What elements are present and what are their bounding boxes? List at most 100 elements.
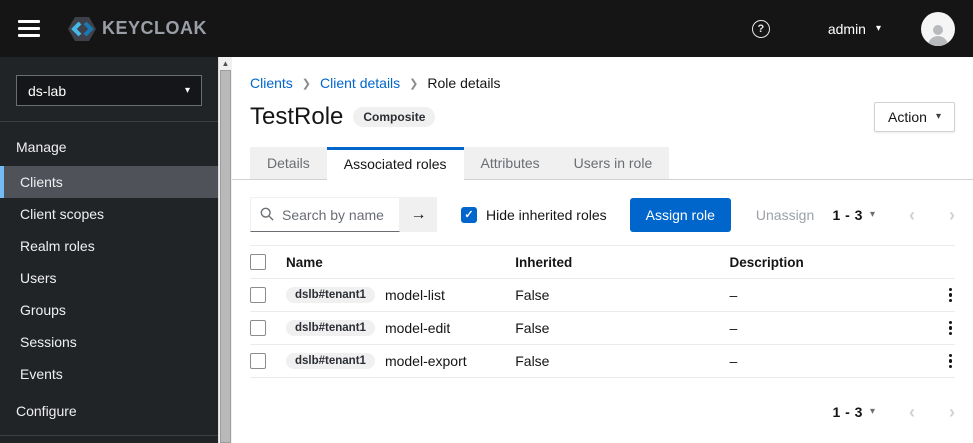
breadcrumb-current: Role details <box>427 75 501 91</box>
chevron-down-icon[interactable]: ▾ <box>870 209 875 220</box>
chevron-down-icon: ▾ <box>184 84 190 96</box>
unassign-button[interactable]: Unassign <box>756 207 814 223</box>
hide-inherited-checkbox[interactable]: ✓ <box>461 206 477 223</box>
brand-wordmark: KEYCLOAK <box>102 18 208 38</box>
breadcrumb: Clients ❯ Client details ❯ Role details <box>250 75 955 91</box>
chevron-down-icon: ▾ <box>935 111 941 122</box>
role-name: model-edit <box>384 320 451 336</box>
action-dropdown-button[interactable]: Action ▾ <box>874 102 955 132</box>
prev-page-icon[interactable]: ‹ <box>909 206 915 224</box>
tab-associated-roles[interactable]: Associated roles <box>326 147 464 185</box>
associated-roles-table: Name Inherited Description dslb#tenant1 … <box>250 245 955 378</box>
toolbar: → ✓ Hide inherited roles Assign role Una… <box>250 197 955 232</box>
column-header-name: Name <box>286 254 323 270</box>
user-silhouette-icon <box>928 24 948 46</box>
sidebar-item-sessions[interactable]: Sessions <box>0 326 218 358</box>
scroll-up-icon[interactable]: ▲ <box>219 57 232 70</box>
table-row: dslb#tenant1 model-export False – <box>250 345 955 378</box>
sidebar-item-groups[interactable]: Groups <box>0 294 218 326</box>
realm-selector[interactable]: ds-lab ▾ <box>16 75 202 106</box>
sidebar-item-label: Realm roles <box>20 238 95 254</box>
inherited-value: False <box>515 353 550 369</box>
tab-details[interactable]: Details <box>250 147 327 180</box>
sidebar-item-label: Client scopes <box>20 206 105 222</box>
client-badge: dslb#tenant1 <box>286 353 375 369</box>
role-name: model-list <box>384 287 445 303</box>
table-row: dslb#tenant1 model-edit False – <box>250 312 955 345</box>
column-header-inherited: Inherited <box>515 254 573 270</box>
masthead: KEYCLOAK ? admin ▾ <box>0 0 973 57</box>
next-page-icon[interactable]: › <box>949 206 955 224</box>
tab-label: Users in role <box>573 155 653 171</box>
search-submit-button[interactable]: → <box>400 197 437 232</box>
sidebar-item-events[interactable]: Events <box>0 358 218 390</box>
table-header-row: Name Inherited Description <box>250 246 955 279</box>
prev-page-icon[interactable]: ‹ <box>909 403 915 421</box>
top-pagination: 1 - 3 ▾ ‹ › <box>832 206 955 224</box>
bottom-pagination: 1 - 3 ▾ ‹ › <box>250 403 955 421</box>
scrollbar-thumb[interactable] <box>220 70 231 443</box>
hamburger-menu-icon[interactable] <box>18 20 42 37</box>
vertical-scrollbar[interactable]: ▲ <box>218 57 232 443</box>
breadcrumb-separator-icon: ❯ <box>409 77 419 90</box>
client-badge: dslb#tenant1 <box>286 287 375 303</box>
tabs: Details Associated roles Attributes User… <box>232 147 973 185</box>
hide-inherited-label: Hide inherited roles <box>486 206 607 223</box>
tab-attributes[interactable]: Attributes <box>463 147 557 180</box>
action-dropdown-label: Action <box>888 109 927 125</box>
hide-inherited-checkbox-group[interactable]: ✓ Hide inherited roles <box>461 206 607 223</box>
description-value: – <box>729 353 738 369</box>
kebab-menu-icon[interactable] <box>946 318 956 339</box>
sidebar-section-manage: Manage <box>16 139 67 155</box>
sidebar-item-label: Users <box>20 270 57 286</box>
description-value: – <box>729 287 738 303</box>
sidebar-item-clients[interactable]: Clients <box>0 166 218 198</box>
assign-role-button[interactable]: Assign role <box>629 197 731 232</box>
row-checkbox[interactable] <box>250 353 266 369</box>
sidebar-section-configure: Configure <box>16 403 77 419</box>
user-menu[interactable]: admin ▾ <box>828 21 881 37</box>
sidebar: ds-lab ▾ Manage Clients Client scopes Re… <box>0 57 218 443</box>
row-checkbox[interactable] <box>250 320 266 336</box>
sidebar-item-label: Events <box>20 366 63 382</box>
kebab-menu-icon[interactable] <box>946 351 956 372</box>
tab-label: Associated roles <box>343 156 447 172</box>
sidebar-item-client-scopes[interactable]: Client scopes <box>0 198 218 230</box>
main-content: Clients ❯ Client details ❯ Role details … <box>232 57 973 443</box>
page-title: TestRole <box>250 103 344 130</box>
row-checkbox[interactable] <box>250 287 266 303</box>
sidebar-item-label: Sessions <box>20 334 77 350</box>
chevron-down-icon[interactable]: ▾ <box>870 407 875 417</box>
tab-users-in-role[interactable]: Users in role <box>556 147 670 180</box>
breadcrumb-clients-link[interactable]: Clients <box>250 75 293 91</box>
sidebar-item-realm-roles[interactable]: Realm roles <box>0 230 218 262</box>
description-value: – <box>729 320 738 336</box>
keycloak-hexagon-icon <box>68 16 96 41</box>
breadcrumb-client-details-link[interactable]: Client details <box>320 75 400 91</box>
inherited-value: False <box>515 287 550 303</box>
kebab-menu-icon[interactable] <box>946 285 956 306</box>
next-page-icon[interactable]: › <box>949 403 955 421</box>
keycloak-logo: KEYCLOAK <box>66 15 207 43</box>
realm-selector-value: ds-lab <box>28 82 67 99</box>
client-badge: dslb#tenant1 <box>286 320 375 336</box>
sidebar-item-label: Clients <box>20 174 63 190</box>
breadcrumb-separator-icon: ❯ <box>301 77 312 90</box>
sidebar-item-label: Groups <box>20 302 66 318</box>
pagination-range: 1 - 3 <box>832 206 863 223</box>
tab-label: Attributes <box>480 155 540 171</box>
pagination-range: 1 - 3 <box>832 404 863 420</box>
inherited-value: False <box>515 320 550 336</box>
table-row: dslb#tenant1 model-list False – <box>250 279 955 312</box>
sidebar-item-users[interactable]: Users <box>0 262 218 294</box>
select-all-checkbox[interactable] <box>250 254 266 270</box>
search-icon <box>260 207 274 226</box>
role-name: model-export <box>384 353 467 369</box>
column-header-description: Description <box>729 254 804 270</box>
chevron-down-icon: ▾ <box>875 22 881 34</box>
avatar[interactable] <box>921 11 955 46</box>
username-label: admin <box>827 20 866 37</box>
composite-badge: Composite <box>353 107 436 127</box>
tab-label: Details <box>267 155 310 171</box>
help-icon[interactable]: ? <box>751 19 770 38</box>
